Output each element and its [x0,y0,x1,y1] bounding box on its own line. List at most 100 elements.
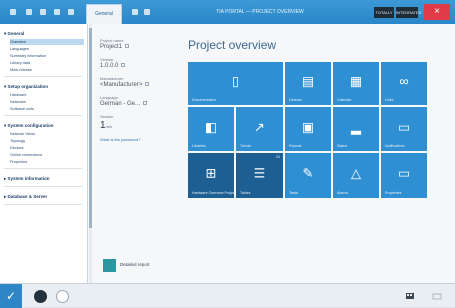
folder-icon: ▭ [397,119,411,135]
project-properties-panel: Project name Project1 Version 1.0.0.0 Manufa… [100,24,176,283]
sidebar-item[interactable]: Network Views [10,131,84,137]
start-button[interactable]: ✓ [0,284,22,308]
sidebar-section-header[interactable]: ▾ System configuration [4,123,54,129]
property-label: Language [100,95,118,100]
tile-label: Trends [240,144,252,148]
overview-tile[interactable]: ☰ Tables 24 [236,153,283,198]
overview-tile[interactable]: ▤ Devices [285,62,331,105]
window-title: TIA PORTAL — PROJECT OVERVIEW [216,9,304,15]
scrollbar-thumb[interactable] [89,28,92,228]
taskbar-app-icon[interactable] [34,290,47,303]
sidebar-section-header[interactable]: ▸ System information [4,176,50,182]
overview-tile[interactable]: ↗ Trends [236,107,283,151]
tile-label: Properties [385,191,402,195]
tray-keyboard-icon[interactable] [432,291,442,301]
sidebar-section-header[interactable]: ▾ General [4,31,24,37]
section-divider [4,186,82,187]
sidebar-section-header[interactable]: ▾ Setup organization [4,84,48,90]
sidebar-item[interactable]: Online connections [10,152,84,158]
app-icon[interactable] [10,9,16,15]
sidebar-item[interactable]: Networks [10,99,84,105]
overview-tile[interactable]: ▂ Status [333,107,379,151]
overview-tile[interactable]: △ Alarms [333,153,379,198]
tile-label: Calendar [337,98,352,102]
libraries-icon: ◧ [204,119,218,135]
property-value[interactable]: <Manufacturer> [100,82,150,88]
list-icon: ☰ [253,165,266,181]
properties-icon: ▭ [397,165,411,181]
overview-tile[interactable]: ◧ Libraries [188,107,234,151]
link-icon: ∞ [399,73,409,89]
undo-icon[interactable] [40,9,46,15]
sidebar-section-header[interactable]: ▸ Database & Server [4,194,47,200]
sidebar-item[interactable]: Hardware [10,92,84,98]
tile-label: Libraries [192,144,206,148]
sidebar-item[interactable]: Devices [10,145,84,151]
sidebar-item[interactable]: Software units [10,106,84,112]
tile-label: Status [337,144,348,148]
property-value[interactable]: 1min [100,120,112,131]
property-value[interactable]: German - Ge... [100,101,148,107]
task-icon: ✎ [302,165,314,181]
report-tile-icon[interactable] [103,259,116,272]
sidebar-item[interactable]: Library data [10,60,84,66]
overview-tile[interactable]: ▭ Properties [381,153,427,198]
overview-tile[interactable]: ▣ Reports [285,107,331,151]
property-value-text: Project1 [100,44,123,50]
save-icon[interactable] [26,9,32,15]
overview-tile[interactable]: ▭ Notifications [381,107,427,151]
property-label: Version [100,114,114,119]
overview-tile[interactable]: ✎ Tasks [285,153,331,198]
section-divider [4,76,82,77]
help-link[interactable]: What is the password? [100,137,140,142]
sidebar-item[interactable]: Multi-release [10,67,84,73]
sidebar-item[interactable]: Summary information [10,53,84,59]
sidebar-item[interactable]: Overview [10,39,84,45]
tile-label: Alarms [337,191,349,195]
property-value[interactable]: 1.0.0.0 [100,63,126,69]
edit-icon[interactable] [145,82,150,86]
tile-label: Notifications [385,144,405,148]
tile-label: Devices [289,98,302,102]
sidebar-item[interactable]: Properties [10,159,84,165]
sidebar-scrollbar[interactable] [89,24,92,283]
section-divider [4,168,82,169]
tab-general[interactable]: General [86,4,122,24]
brand-badge-right: INTEGRATED [396,7,421,18]
page-title: Project overview [188,38,277,52]
tile-label: Links [385,98,394,102]
overview-tile[interactable]: ⊞ Hardware Overview Projects [188,153,234,198]
taskbar-browser-icon[interactable] [56,290,69,303]
property-value-text: German - Ge... [100,101,141,107]
warning-triangle-icon: △ [351,165,361,181]
grid-icon: ⊞ [205,165,217,181]
report-link[interactable]: Detailed report [120,262,150,267]
tile-label: Reports [289,144,302,148]
property-value-text: <Manufacturer> [100,82,143,88]
section-divider [4,204,82,205]
property-value[interactable]: Project1 [100,44,130,50]
edit-icon[interactable] [125,44,130,48]
tab-arrow-icon[interactable] [132,9,138,15]
tile-label: Tasks [289,191,299,195]
sidebar-item[interactable]: Languages [10,46,84,52]
title-bar: General TIA PORTAL — PROJECT OVERVIEW TO… [0,0,455,24]
property-label: Manufacturer [100,76,124,81]
property-label: Project name [100,38,124,43]
tile-label: Tables [240,191,251,195]
close-button[interactable]: × [424,4,450,20]
overview-tile[interactable]: ▯ Documentation [188,62,283,105]
navigation-sidebar: ▾ General Overview Languages Summary inform… [0,24,88,283]
application-window: General TIA PORTAL — PROJECT OVERVIEW TO… [0,0,455,308]
edit-icon[interactable] [121,63,126,67]
taskbar: ✓ [0,283,455,308]
overview-tile[interactable]: ▦ Calendar [333,62,379,105]
overview-tile[interactable]: ∞ Links [381,62,427,105]
dropdown-icon[interactable] [68,9,74,15]
tray-network-icon[interactable] [405,291,415,301]
property-value-text: 1.0.0.0 [100,63,119,69]
calendar-icon: ▦ [349,73,363,89]
redo-icon[interactable] [54,9,60,15]
sidebar-item[interactable]: Topology [10,138,84,144]
edit-icon[interactable] [143,101,148,105]
